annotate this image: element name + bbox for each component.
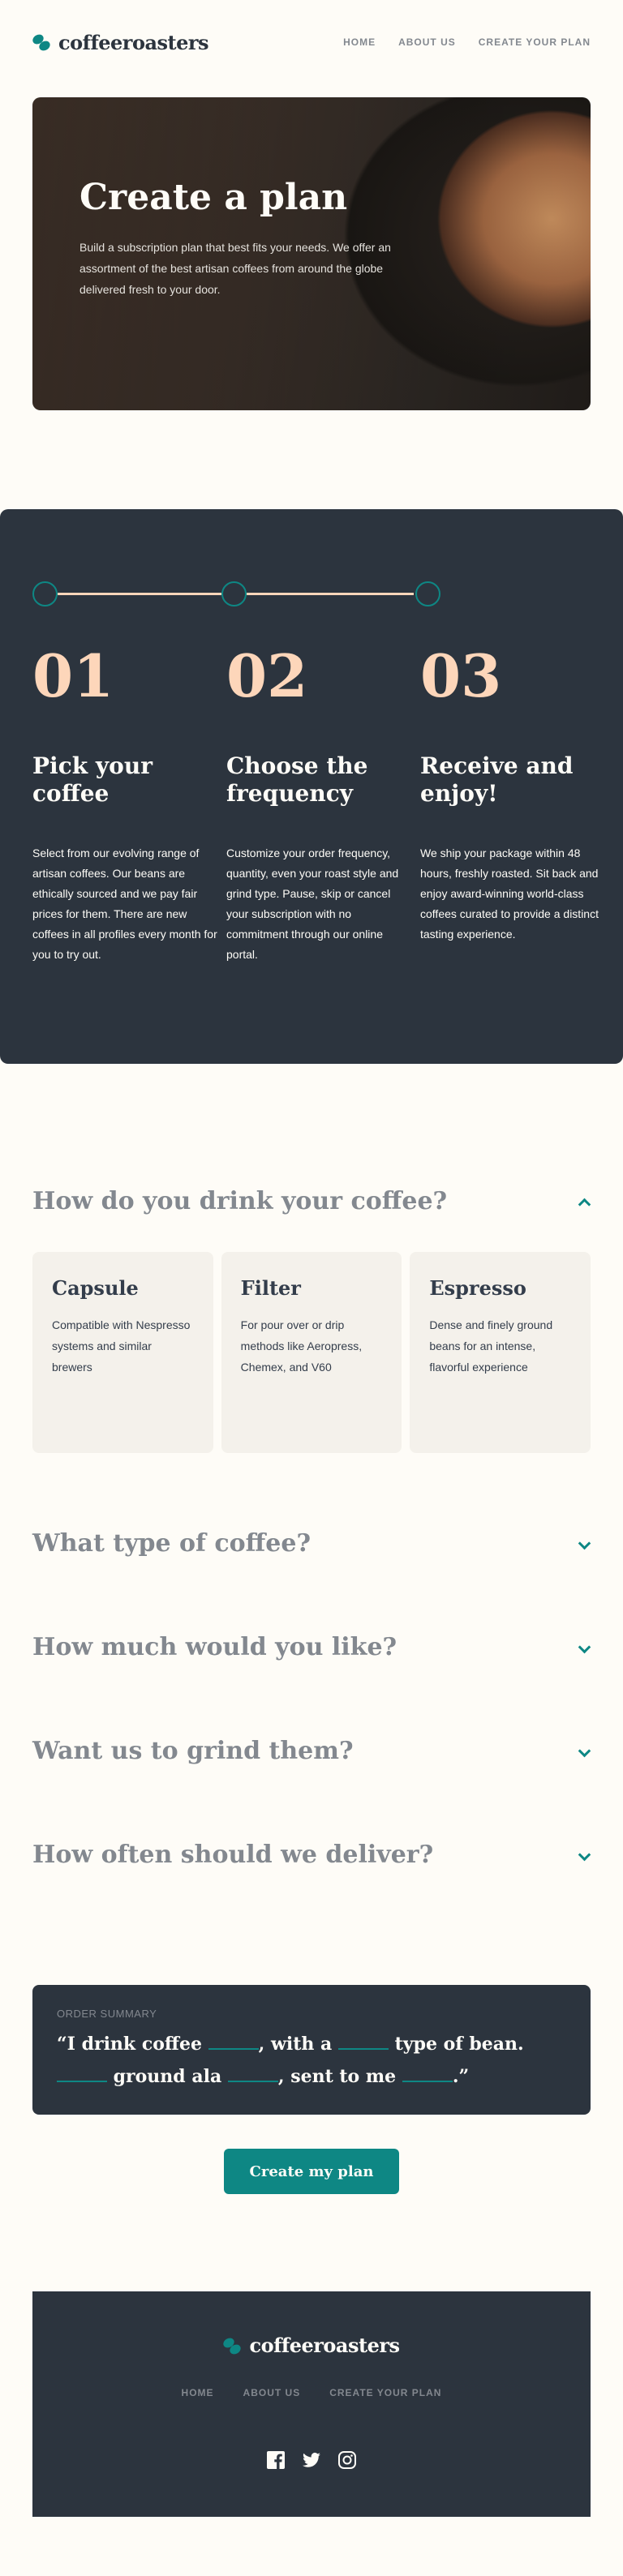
option-title: Espresso	[429, 1276, 526, 1300]
step-2: 02 Choose the frequency Customize your o…	[226, 647, 413, 965]
footer-logo[interactable]: coffeeroasters	[32, 2334, 591, 2357]
summary-label: ORDER SUMMARY	[57, 2008, 157, 2020]
timeline-dot	[32, 581, 58, 606]
step-number: 01	[32, 641, 114, 710]
create-plan-button[interactable]: Create my plan	[224, 2149, 399, 2194]
summary-blank	[57, 2066, 107, 2082]
step-number: 02	[226, 641, 308, 710]
step-title: Pick your coffee	[32, 752, 153, 807]
hero-text: Build a subscription plan that best fits…	[79, 241, 391, 296]
step-text: Select from our evolving range of artisa…	[32, 847, 217, 961]
summary-blank	[227, 2066, 278, 2082]
option-text: Compatible with Nespresso systems and si…	[52, 1318, 191, 1374]
question-title: How much would you like?	[32, 1633, 397, 1661]
option-title: Capsule	[52, 1276, 139, 1300]
question-drink[interactable]: How do you drink your coffee?	[32, 1187, 591, 1215]
summary-part: “I drink coffee	[57, 2034, 208, 2055]
summary-part: , with a	[258, 2034, 338, 2055]
chevron-up-icon[interactable]	[578, 1195, 591, 1208]
how-it-works-section: 01 Pick your coffee Select from our evol…	[0, 509, 623, 1064]
summary-blank	[337, 2034, 389, 2050]
question-delivery[interactable]: How often should we deliver?	[32, 1841, 591, 1869]
summary-blank	[208, 2034, 259, 2050]
chevron-down-icon[interactable]	[578, 1745, 591, 1758]
nav-create-plan[interactable]: CREATE YOUR PLAN	[479, 36, 591, 48]
question-title: Want us to grind them?	[32, 1737, 354, 1765]
logo-text: coffeeroasters	[249, 2334, 400, 2357]
option-card-capsule[interactable]: Capsule Compatible with Nespresso system…	[32, 1252, 213, 1453]
footer-nav-home[interactable]: HOME	[182, 2387, 214, 2398]
chevron-down-icon[interactable]	[578, 1849, 591, 1862]
coffee-bean-logo-icon	[31, 32, 52, 53]
question-grind[interactable]: Want us to grind them?	[32, 1737, 591, 1765]
timeline-line	[58, 593, 221, 595]
summary-part: .”	[452, 2066, 470, 2087]
timeline-line	[247, 593, 414, 595]
question-coffee-type[interactable]: What type of coffee?	[32, 1529, 591, 1558]
hero-banner: Create a plan Build a subscription plan …	[32, 97, 591, 410]
facebook-icon[interactable]	[266, 2450, 286, 2470]
option-text: For pour over or drip methods like Aerop…	[240, 1318, 363, 1374]
site-header: coffeeroasters HOME ABOUT US CREATE YOUR…	[31, 29, 591, 55]
question-title: What type of coffee?	[32, 1529, 312, 1558]
instagram-icon[interactable]	[337, 2450, 357, 2470]
summary-part: ground ala	[107, 2066, 228, 2087]
site-footer: coffeeroasters HOME ABOUT US CREATE YOUR…	[32, 2291, 591, 2517]
step-3: 03 Receive and enjoy! We ship your packa…	[420, 647, 607, 945]
footer-nav-create-plan[interactable]: CREATE YOUR PLAN	[329, 2387, 441, 2398]
step-text: Customize your order frequency, quantity…	[226, 847, 399, 961]
question-quantity[interactable]: How much would you like?	[32, 1633, 591, 1661]
logo-text: coffeeroasters	[58, 30, 209, 54]
twitter-icon[interactable]	[302, 2450, 321, 2470]
step-number: 03	[420, 641, 502, 710]
question-title: How do you drink your coffee?	[32, 1187, 448, 1215]
footer-nav-about-us[interactable]: ABOUT US	[243, 2387, 301, 2398]
main-nav: HOME ABOUT US CREATE YOUR PLAN	[343, 36, 591, 48]
hero-title: Create a plan	[79, 177, 348, 218]
summary-part: , sent to me	[277, 2066, 402, 2087]
timeline-dot	[221, 581, 247, 606]
summary-part: type of bean.	[388, 2034, 524, 2055]
option-card-filter[interactable]: Filter For pour over or drip methods lik…	[221, 1252, 402, 1453]
order-summary: ORDER SUMMARY “I drink coffee , with a t…	[32, 1985, 591, 2115]
step-title: Choose the frequency	[226, 752, 368, 807]
nav-about-us[interactable]: ABOUT US	[398, 36, 456, 48]
option-text: Dense and finely ground beans for an int…	[429, 1318, 553, 1374]
footer-nav: HOME ABOUT US CREATE YOUR PLAN	[32, 2387, 591, 2398]
step-text: We ship your package within 48 hours, fr…	[420, 847, 599, 941]
step-1: 01 Pick your coffee Select from our evol…	[32, 647, 219, 965]
steps-timeline	[32, 581, 454, 606]
timeline-dot	[415, 581, 440, 606]
chevron-down-icon[interactable]	[578, 1641, 591, 1654]
question-title: How often should we deliver?	[32, 1841, 434, 1869]
nav-home[interactable]: HOME	[343, 36, 376, 48]
social-links	[32, 2450, 591, 2470]
option-title: Filter	[240, 1276, 301, 1300]
step-title: Receive and enjoy!	[420, 752, 574, 807]
logo[interactable]: coffeeroasters	[31, 30, 209, 54]
drink-options: Capsule Compatible with Nespresso system…	[32, 1252, 591, 1453]
summary-blank	[402, 2066, 453, 2082]
option-card-espresso[interactable]: Espresso Dense and finely ground beans f…	[410, 1252, 591, 1453]
summary-text: “I drink coffee , with a type of bean. g…	[57, 2028, 566, 2093]
coffee-bean-logo-icon	[221, 2335, 243, 2356]
chevron-down-icon[interactable]	[578, 1537, 591, 1550]
